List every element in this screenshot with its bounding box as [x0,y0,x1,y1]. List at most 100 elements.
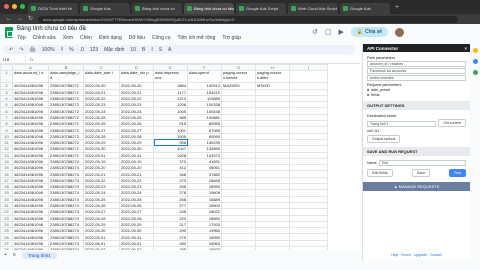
cell[interactable]: 2385130788272 [48,107,84,115]
cell[interactable]: 2385130788272 [48,138,84,147]
spreadsheet-grid[interactable]: ABCDEFGHI 1 data.account_i d data.campaign… [0,64,360,250]
cell[interactable]: 2385130788272 [48,145,84,153]
request-name-input[interactable]: Test [378,160,466,166]
cell[interactable]: 2385130788274 [48,220,84,229]
menu-item[interactable]: Tệp [17,35,26,41]
comment-icon[interactable]: ▢ [325,28,332,36]
cell[interactable]: 2385130788274 [48,189,84,197]
cell[interactable]: 2385130788274 [48,157,84,166]
sidebar-footer-links[interactable]: Help · Forum · Upgrade · Contact [367,253,466,257]
toolbar-button[interactable]: 100% [42,47,55,53]
save-button[interactable]: Save [411,169,431,177]
header-cell[interactable]: data.campaign_i d [48,70,84,84]
header-cell[interactable] [289,70,328,84]
cell[interactable]: 2385130788272 [48,82,84,90]
header-cell[interactable]: data.date_star t [83,70,120,84]
menu-item[interactable]: Định dạng [99,35,122,41]
toolbar-button[interactable]: ₫ [61,47,64,53]
cell[interactable]: 2385130788274 [48,239,84,248]
toolbar-button[interactable]: S [159,47,162,53]
name-box[interactable]: I19 [0,56,26,63]
cell[interactable]: 2385130788272 [48,132,84,140]
row-number[interactable]: 1 [0,70,13,84]
toolbar-button[interactable]: Mặc định [104,47,124,53]
url-input[interactable]: docs.google.com/spreadsheets/d/1WXFT7E8s… [38,15,459,23]
tasks-icon[interactable] [473,59,478,64]
browser-tab[interactable]: Web Cloud Ads Script [288,3,338,14]
browser-tab[interactable]: Google Ads [80,3,130,14]
cell[interactable]: 2385130788272 [48,151,84,159]
run-button[interactable]: Run [449,169,466,177]
close-icon[interactable]: × [464,46,467,51]
toolbar-button[interactable]: .0 [80,47,84,53]
cell-table[interactable]: ABCDEFGHI 1 data.account_i d data.campaign… [0,64,328,250]
toolbar-button[interactable]: 🖨 [29,47,35,53]
document-title[interactable]: Bảng tính chưa có tiêu đề [17,26,86,32]
header-cell[interactable]: paging.cursor s.after [255,70,290,84]
menu-item[interactable]: Dữ liệu [129,35,145,41]
menu-item[interactable]: Chèn [80,35,92,41]
menu-item[interactable]: Công cụ [152,35,171,41]
toolbar-button[interactable]: 10 [130,47,136,53]
all-sheets-icon[interactable]: ≡ [13,252,16,258]
edit-fields-button[interactable]: Edit fields [367,169,393,177]
menu-item[interactable]: Xem [63,35,73,41]
menu-item[interactable]: Chỉnh sửa [33,35,56,41]
request-param-row[interactable]: ■ fields [367,93,466,97]
cell[interactable]: 2385130788274 [48,208,84,216]
manage-requests-button[interactable]: ▲ MANAGE REQUESTS [363,182,470,191]
toolbar-button[interactable]: ↷ [19,47,23,53]
action-input[interactable]: action-reaches [367,75,466,81]
forward-icon[interactable]: → [17,16,23,22]
cell[interactable]: 2385130788274 [48,195,84,203]
cell[interactable]: 2385130788272 [48,88,84,96]
browser-tab[interactable]: Bảng tính chưa có [132,3,182,14]
browser-tab[interactable]: DATA Trình thiết kế [28,3,78,14]
menu-item[interactable]: Tiện ích mở rộng [178,35,216,41]
cell[interactable]: 2385130788274 [48,183,84,191]
cell[interactable]: 2385130788274 [48,164,84,172]
sheet-tab[interactable]: Trang tính1 [21,251,57,259]
browser-tab[interactable]: Google Ads [340,3,390,14]
history-icon[interactable]: ↺ [312,28,318,36]
cell[interactable]: 2385130788272 [48,113,84,122]
header-cell[interactable]: data.spend [187,70,222,84]
close-window-icon[interactable] [4,4,9,9]
video-call-icon[interactable]: ▶ [339,28,344,36]
cell[interactable]: 2385130788274 [48,201,84,210]
maximize-window-icon[interactable] [20,4,25,9]
destination-sheet-select[interactable]: Trang tính1 [367,120,437,127]
cell[interactable]: 2385130788274 [48,170,84,178]
star-icon[interactable]: ☆ [82,25,87,32]
back-icon[interactable]: ← [6,16,12,22]
sheets-logo-icon[interactable] [5,27,13,38]
add-sheet-icon[interactable]: + [4,252,7,258]
save-run-heading[interactable]: SAVE AND RUN REQUEST [363,147,470,156]
share-button[interactable]: 🔒 Chia sẻ [350,27,389,37]
new-tab-icon[interactable]: + [395,4,399,11]
cell[interactable]: 2385130788272 [48,126,84,134]
set-current-button[interactable]: Set current [438,119,466,127]
cell[interactable]: 2385130788274 [48,214,84,222]
window-controls[interactable] [4,4,25,9]
cell[interactable]: 2385130788274 [48,176,84,185]
cell[interactable]: 2385130788272 [48,94,84,103]
output-options-button[interactable]: Output options [367,135,401,143]
toolbar-button[interactable]: 123 [90,47,98,53]
browser-tab[interactable]: Bảng tính chưa có tiêu đề [184,3,234,14]
cell[interactable]: 2385130788274 [48,227,84,235]
toolbar-button[interactable]: % [69,47,73,53]
keep-icon[interactable] [473,48,478,53]
toolbar-button[interactable]: A [168,47,171,53]
path-param-input[interactable]: account_id / reaches [367,61,466,67]
minimize-window-icon[interactable] [12,4,17,9]
toolbar-button[interactable]: B [142,47,145,53]
cell[interactable]: 2385130788274 [48,233,84,241]
maps-icon[interactable] [473,70,478,75]
ad-account-input[interactable]: Facebook ad accounts [367,68,466,74]
header-cell[interactable]: data.impressi ons [153,70,188,84]
header-cell[interactable]: paging.cursor s.before [221,70,256,84]
browser-tab[interactable]: Google Ads Script [236,3,286,14]
reload-icon[interactable]: ↻ [28,16,33,22]
cell[interactable]: 2385130788272 [48,120,84,128]
